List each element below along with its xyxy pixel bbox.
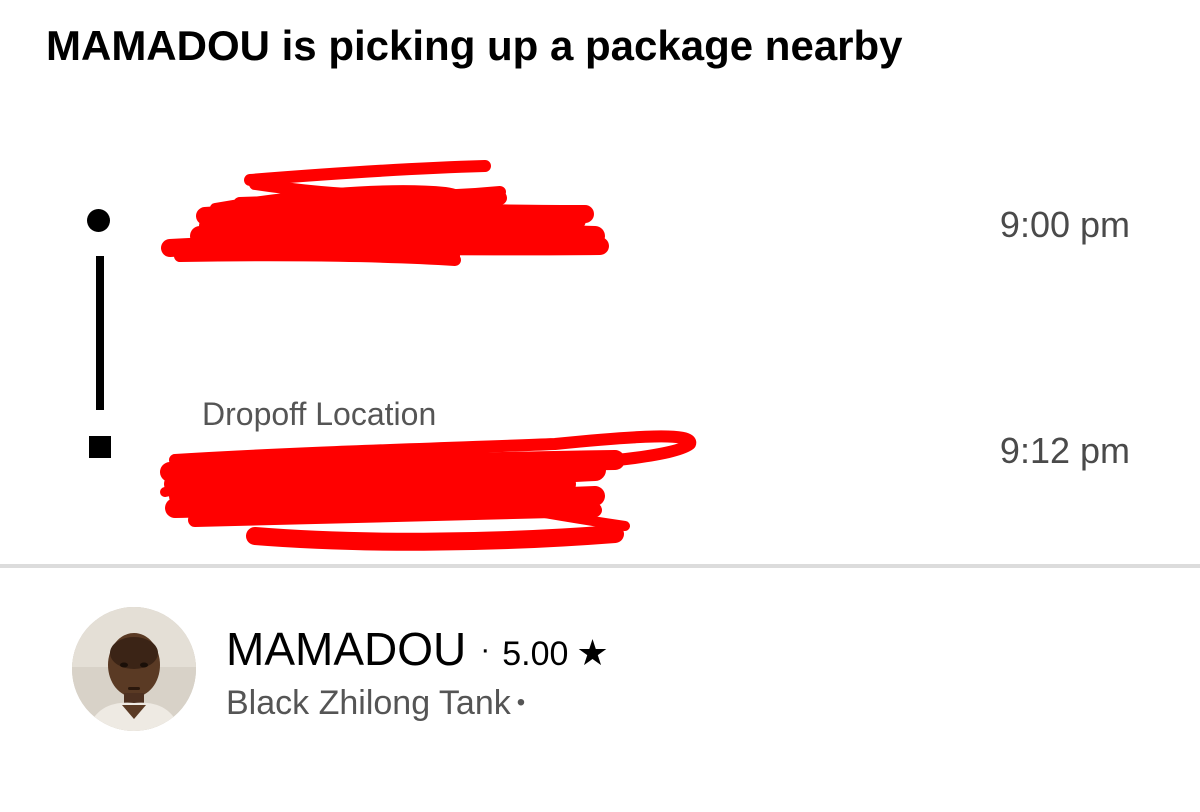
- driver-rating: 5.00: [502, 635, 569, 673]
- dropoff-time: 9:12 pm: [999, 430, 1130, 471]
- star-icon: ★: [576, 632, 609, 673]
- separator-dot: ·: [480, 633, 491, 666]
- vehicle-description: Black Zhilong Tank: [226, 684, 511, 722]
- pickup-marker-icon: [87, 209, 110, 232]
- driver-avatar[interactable]: [72, 607, 196, 731]
- page-title: MAMADOU is picking up a package nearby: [46, 22, 903, 69]
- dropoff-marker-icon: [89, 436, 111, 458]
- redacted-pickup-address: [161, 160, 609, 266]
- pickup-time: 9:00 pm: [999, 204, 1130, 245]
- redacted-dropoff-address: [160, 430, 697, 551]
- route-connector-line: [96, 256, 104, 410]
- driver-summary: MAMADOU · 5.00 ★: [226, 622, 609, 676]
- section-divider: [0, 564, 1200, 568]
- driver-photo-icon: [72, 607, 196, 731]
- trip-timeline: 9:00 pm Dropoff Location 9:12 pm: [0, 140, 1200, 560]
- driver-name: MAMADOU: [226, 623, 467, 675]
- separator-bullet: •: [516, 689, 526, 716]
- vehicle-info: Black Zhilong Tank •: [226, 684, 525, 723]
